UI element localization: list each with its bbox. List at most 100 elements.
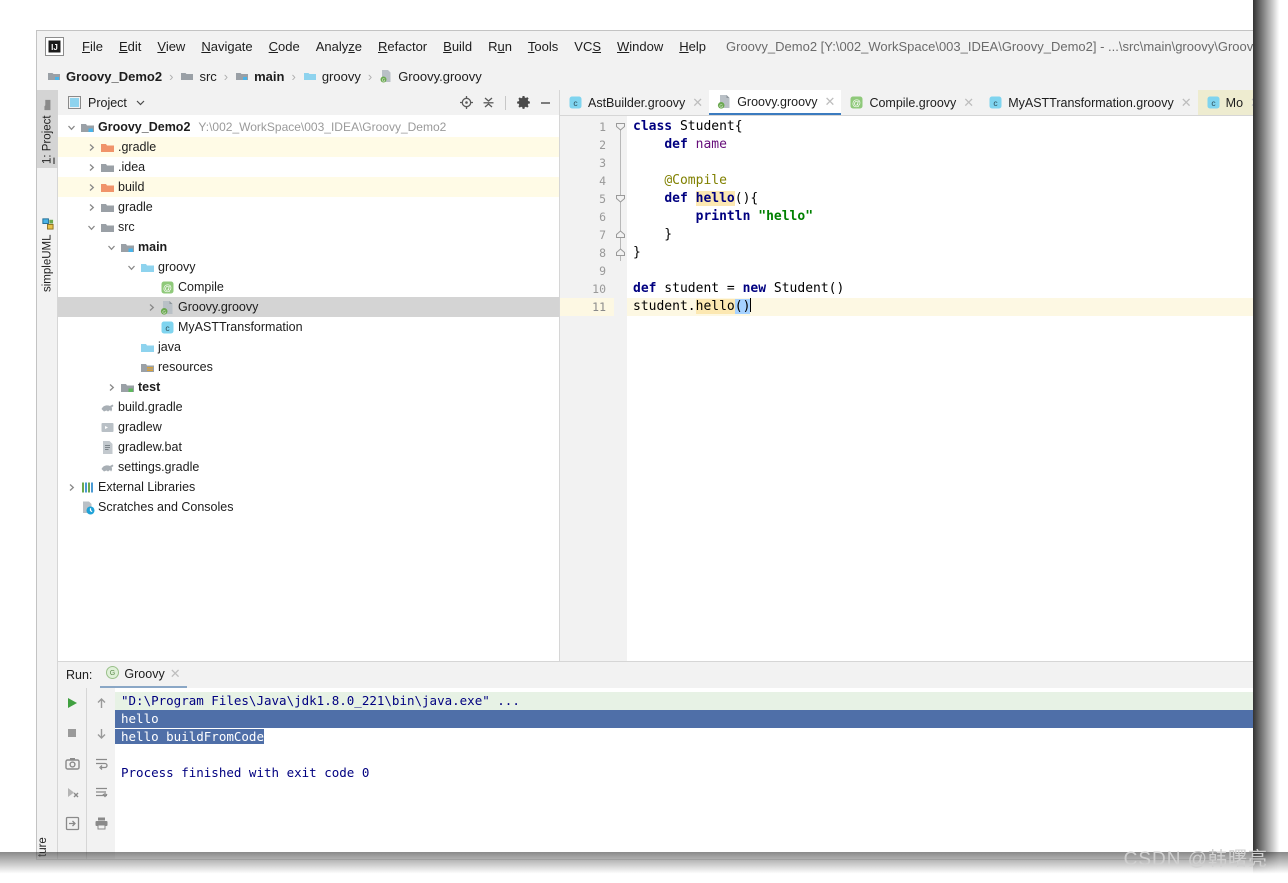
fold-marker-class[interactable] xyxy=(614,118,627,136)
chevron-right-icon[interactable] xyxy=(84,157,98,177)
module-icon xyxy=(47,69,61,83)
breadcrumb-item-groovy[interactable]: groovy xyxy=(303,69,361,84)
tree-node-scratches-and-consoles[interactable]: Scratches and Consoles xyxy=(58,497,559,517)
chevron-right-icon[interactable] xyxy=(64,477,78,497)
menu-view[interactable]: View xyxy=(149,35,193,58)
breadcrumb-item-file[interactable]: G Groovy.groovy xyxy=(379,69,482,84)
menu-bar: IJ File Edit View Navigate Code Analyze … xyxy=(37,31,1253,62)
chevron-right-icon[interactable] xyxy=(144,297,158,317)
menu-build[interactable]: Build xyxy=(435,35,480,58)
export-icon[interactable] xyxy=(63,814,81,832)
editor-tab-label: MyASTTransformation.groovy xyxy=(1008,95,1174,110)
editor-tab-astbuilder-groovy[interactable]: c AstBuilder.groovy ✕ xyxy=(560,90,710,115)
close-icon[interactable]: ✕ xyxy=(1181,95,1192,111)
menu-edit[interactable]: Edit xyxy=(111,35,149,58)
chevron-right-icon[interactable] xyxy=(104,377,118,397)
tree-node-main[interactable]: main xyxy=(58,237,559,257)
editor-tab-compile-groovy[interactable]: @ Compile.groovy ✕ xyxy=(841,90,981,115)
chevron-right-icon[interactable] xyxy=(84,177,98,197)
svg-text:@: @ xyxy=(852,98,861,108)
editor-tab-groovy-groovy[interactable]: G Groovy.groovy ✕ xyxy=(709,90,842,115)
stop-icon[interactable] xyxy=(63,724,81,742)
tree-node--idea[interactable]: .idea xyxy=(58,157,559,177)
tree-node-build-gradle[interactable]: build.gradle xyxy=(58,397,559,417)
close-icon[interactable]: ✕ xyxy=(963,95,974,111)
menu-vcs[interactable]: VCS xyxy=(566,35,609,58)
menu-tools[interactable]: Tools xyxy=(520,35,566,58)
script-icon xyxy=(98,420,116,435)
menu-navigate[interactable]: Navigate xyxy=(193,35,260,58)
tree-node--gradle[interactable]: .gradle xyxy=(58,137,559,157)
tree-node-groovy-groovy[interactable]: G Groovy.groovy xyxy=(58,297,559,317)
breadcrumb-item-project[interactable]: Groovy_Demo2 xyxy=(47,69,162,84)
tree-node-external-libraries[interactable]: External Libraries xyxy=(58,477,559,497)
menu-window[interactable]: Window xyxy=(609,35,671,58)
collapse-all-icon[interactable] xyxy=(480,95,496,111)
code-content[interactable]: class Student{ def name @Compile def hel… xyxy=(627,116,1253,661)
sidebar-tab-project[interactable]: 1: Project xyxy=(37,90,58,168)
code-editor[interactable]: 1 2 3 4 5 6 7 8 9 10 11 class Student{d… xyxy=(560,116,1253,661)
line-number-gutter: 1 2 3 4 5 6 7 8 9 10 11 xyxy=(560,116,614,661)
tree-node-myasttransformation[interactable]: c MyASTTransformation xyxy=(58,317,559,337)
editor-tab-bar[interactable]: c AstBuilder.groovy ✕ G Groovy.groovy ✕ @ Compi… xyxy=(560,90,1253,116)
chevron-down-icon[interactable] xyxy=(84,217,98,237)
tree-node-groovy[interactable]: groovy xyxy=(58,257,559,277)
menu-run[interactable]: Run xyxy=(480,35,520,58)
tree-node-resources[interactable]: resources xyxy=(58,357,559,377)
tree-node-gradlew[interactable]: gradlew xyxy=(58,417,559,437)
breadcrumb-item-main[interactable]: main xyxy=(235,69,284,84)
tree-node-settings-gradle[interactable]: settings.gradle xyxy=(58,457,559,477)
tree-node-test[interactable]: test xyxy=(58,377,559,397)
editor-tab-myasttransformation-groovy[interactable]: c MyASTTransformation.groovy ✕ xyxy=(980,90,1198,115)
run-panel-header: Run: G Groovy ✕ xyxy=(58,662,1253,688)
close-icon[interactable]: ✕ xyxy=(1250,95,1253,111)
chevron-down-icon[interactable] xyxy=(104,237,118,257)
menu-analyze[interactable]: Analyze xyxy=(308,35,370,58)
breadcrumb-label: main xyxy=(254,68,285,84)
chevron-down-icon[interactable] xyxy=(124,257,138,277)
chevron-right-icon[interactable] xyxy=(84,137,98,157)
left-tool-strip: 1: Project simpleUML ture xyxy=(37,90,58,859)
close-icon[interactable]: ✕ xyxy=(692,95,703,111)
chevron-right-icon[interactable] xyxy=(84,197,98,217)
run-tab-groovy[interactable]: G Groovy ✕ xyxy=(100,662,187,688)
tree-node-gradlew-bat[interactable]: gradlew.bat xyxy=(58,437,559,457)
sidebar-tab-simpleuml[interactable]: simpleUML xyxy=(37,200,58,296)
sidebar-tab-structure[interactable]: ture xyxy=(37,835,58,859)
chevron-down-icon[interactable] xyxy=(133,95,149,111)
print-icon[interactable] xyxy=(92,814,110,832)
menu-file[interactable]: File xyxy=(74,35,111,58)
project-tree[interactable]: Groovy_Demo2 Y:\002_WorkSpace\003_IDEA\Gr… xyxy=(58,115,559,661)
svg-text:G: G xyxy=(382,78,386,83)
breadcrumb-item-src[interactable]: src xyxy=(180,68,217,84)
menu-code[interactable]: Code xyxy=(261,35,308,58)
tree-node-label: gradlew xyxy=(118,420,162,434)
camera-icon[interactable] xyxy=(63,754,81,772)
close-icon[interactable]: ✕ xyxy=(825,94,836,110)
gear-icon[interactable] xyxy=(515,95,531,111)
chevron-down-icon[interactable] xyxy=(64,117,78,137)
tree-node-build[interactable]: build xyxy=(58,177,559,197)
scroll-down-icon[interactable] xyxy=(92,724,110,742)
locate-icon[interactable] xyxy=(458,95,474,111)
scroll-up-icon[interactable] xyxy=(92,694,110,712)
editor-tab-mo[interactable]: c Mo ✕ xyxy=(1197,90,1253,115)
menu-help[interactable]: Help xyxy=(671,35,714,58)
minimize-icon[interactable] xyxy=(537,95,553,111)
console-output[interactable]: "D:\Program Files\Java\jdk1.8.0_221\bin\… xyxy=(115,688,1253,859)
breadcrumb-label: src xyxy=(199,68,217,84)
tree-node-gradle[interactable]: gradle xyxy=(58,197,559,217)
menu-refactor[interactable]: Refactor xyxy=(370,35,435,58)
close-icon[interactable]: ✕ xyxy=(170,666,181,682)
rerun-failed-tests-icon[interactable] xyxy=(63,784,81,802)
module-icon xyxy=(78,120,96,135)
fold-gutter[interactable] xyxy=(614,116,627,661)
soft-wrap-icon[interactable] xyxy=(92,754,110,772)
tree-node-compile[interactable]: @ Compile xyxy=(58,277,559,297)
scroll-to-end-icon[interactable] xyxy=(92,784,110,802)
tree-node-label: gradle xyxy=(118,200,153,214)
tree-node-java[interactable]: java xyxy=(58,337,559,357)
run-icon[interactable] xyxy=(63,694,81,712)
tree-node-groovy-demo2[interactable]: Groovy_Demo2 Y:\002_WorkSpace\003_IDEA\Gr… xyxy=(58,117,559,137)
tree-node-src[interactable]: src xyxy=(58,217,559,237)
